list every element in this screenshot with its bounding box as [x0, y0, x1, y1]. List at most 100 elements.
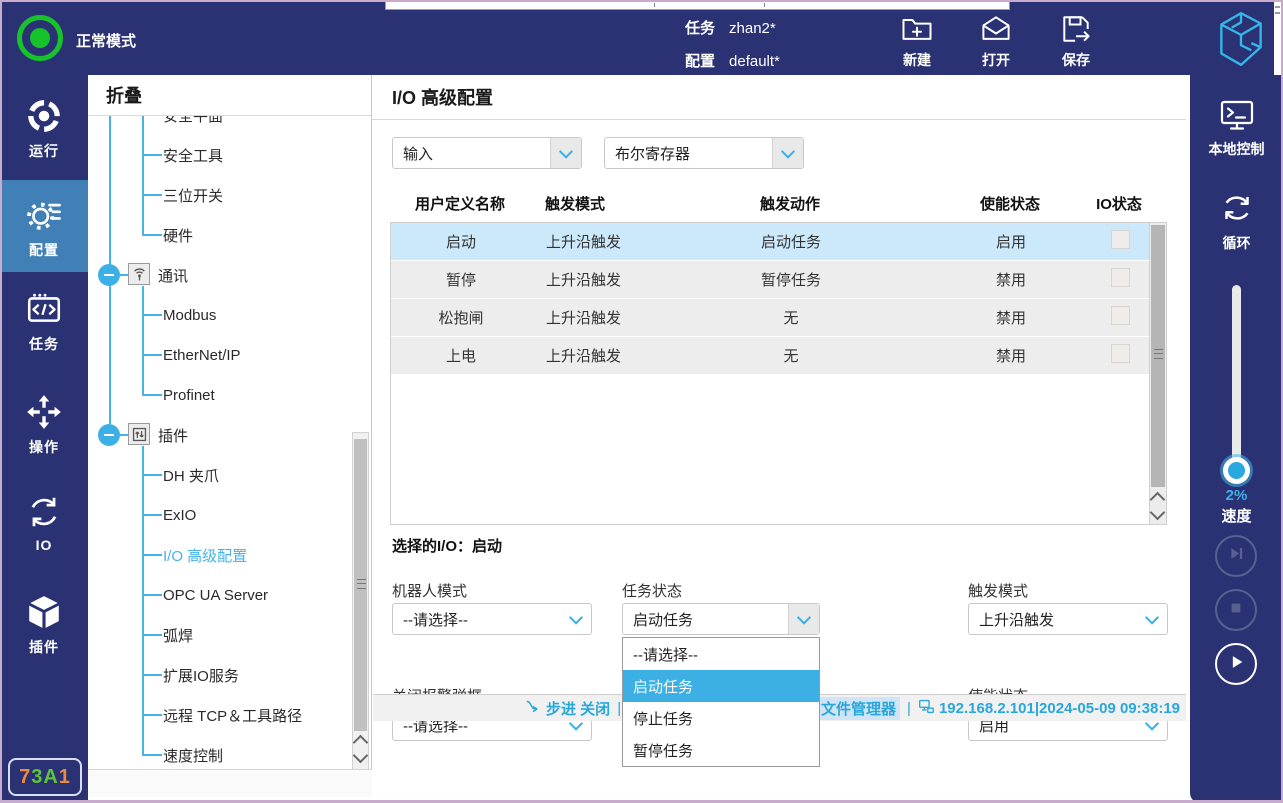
collapse-minus-icon[interactable]	[98, 424, 120, 446]
tree-item-dh-gripper[interactable]: DH 夹爪	[88, 455, 351, 495]
tree-item-opc-ua-server[interactable]: OPC UA Server	[88, 575, 351, 615]
nav-run[interactable]: 运行	[0, 97, 88, 175]
run-icon	[0, 97, 88, 135]
step-mode-status[interactable]: 步进 关闭	[525, 698, 610, 719]
save-button[interactable]: 保存	[1038, 11, 1114, 70]
io-state-checkbox[interactable]	[1111, 230, 1130, 249]
safety-checksum-badge[interactable]: 7 3 A 1	[8, 758, 82, 796]
open-button[interactable]: 打开	[958, 11, 1034, 70]
io-direction-select[interactable]: 输入	[392, 137, 582, 169]
tree-item-safety-tool[interactable]: 安全工具	[88, 135, 351, 175]
trigger-mode-label: 触发模式	[968, 580, 1028, 601]
dropdown-option-pause-task[interactable]: 暂停任务	[623, 734, 819, 766]
table-scrollbar-thumb[interactable]	[1151, 225, 1165, 487]
network-icon	[918, 698, 935, 719]
tree-scrollbar-thumb[interactable]	[354, 439, 367, 731]
tree-item-extended-io-service[interactable]: 扩展IO服务	[88, 655, 351, 695]
table-row-pause[interactable]: 暂停 上升沿触发 暂停任务 禁用	[391, 261, 1149, 298]
tree-item-arc-welding[interactable]: 弧焊	[88, 615, 351, 655]
tree-item-ethernet-ip[interactable]: EtherNet/IP	[88, 335, 351, 375]
speed-label: 速度	[1190, 505, 1283, 526]
step-icon	[525, 698, 542, 719]
nav-operate[interactable]: 操作	[0, 393, 88, 471]
speed-slider-track[interactable]	[1232, 285, 1241, 481]
chevron-down-icon	[772, 138, 803, 168]
nav-io[interactable]: IO	[0, 493, 88, 571]
tree-scrollbar-arrows[interactable]	[353, 733, 368, 767]
dropdown-option-start-task[interactable]: 启动任务	[623, 670, 819, 702]
speed-slider-thumb[interactable]	[1223, 457, 1250, 484]
task-state-dropdown-list: --请选择-- 启动任务 停止任务 暂停任务	[622, 637, 820, 767]
tree-scrollbar[interactable]	[352, 432, 369, 770]
tree-node-communication[interactable]: 通讯	[88, 255, 351, 295]
task-state-select[interactable]: 启动任务	[622, 603, 820, 635]
collapse-button[interactable]: 折叠	[88, 75, 371, 116]
nav-config[interactable]: 配置	[0, 180, 88, 272]
local-control-button[interactable]: 本地控制	[1190, 95, 1283, 159]
table-scrollbar-arrows[interactable]	[1150, 490, 1165, 524]
tree-item-safety-plane[interactable]: 安全平面	[88, 116, 351, 135]
save-icon	[1038, 11, 1114, 47]
register-type-select[interactable]: 布尔寄存器	[604, 137, 804, 169]
operate-icon	[0, 393, 88, 431]
new-file-icon	[879, 11, 955, 47]
config-tree: 安全平面 安全工具 三位开关 硬件 通讯 Modbus EtherNet/IP	[88, 116, 371, 769]
tree-item-modbus[interactable]: Modbus	[88, 295, 351, 335]
tree-item-exio[interactable]: ExIO	[88, 495, 351, 535]
bottom-strip	[88, 769, 372, 797]
frame-edge	[0, 0, 2, 803]
io-state-checkbox[interactable]	[1111, 268, 1130, 287]
io-state-checkbox[interactable]	[1111, 306, 1130, 325]
step-forward-button[interactable]	[1215, 535, 1257, 577]
plugin-icon	[0, 593, 88, 631]
tree-item-hardware[interactable]: 硬件	[88, 215, 351, 255]
io-state-checkbox[interactable]	[1111, 344, 1130, 363]
table-row-power-on[interactable]: 上电 上升沿触发 无 禁用	[391, 337, 1149, 374]
dropdown-option-please-select[interactable]: --请选择--	[623, 638, 819, 670]
play-button[interactable]	[1215, 643, 1257, 685]
task-label: 任务	[685, 20, 715, 37]
local-control-icon	[1190, 95, 1283, 135]
stop-icon	[1228, 600, 1244, 621]
nav-task[interactable]: 任务	[0, 290, 88, 368]
trigger-mode-select[interactable]: 上升沿触发	[968, 603, 1168, 635]
tree-node-plugins[interactable]: 插件	[88, 415, 351, 455]
task-config-meta: 任务zhan2* 配置default*	[685, 12, 780, 78]
mode-status-text: 正常模式	[76, 30, 136, 51]
dropdown-option-stop-task[interactable]: 停止任务	[623, 702, 819, 734]
page-title: I/O 高级配置	[372, 75, 1186, 120]
table-row-release-brake[interactable]: 松抱闸 上升沿触发 无 禁用	[391, 299, 1149, 336]
broadcast-icon	[128, 263, 150, 285]
new-button[interactable]: 新建	[879, 11, 955, 70]
tree-item-remote-tcp-toolpath[interactable]: 远程 TCP＆工具路径	[88, 695, 351, 735]
table-scrollbar[interactable]	[1149, 223, 1166, 524]
tree-item-io-advanced-config[interactable]: I/O 高级配置	[88, 535, 351, 575]
loop-icon	[1190, 187, 1283, 229]
left-nav-rail: 运行 配置 任务	[0, 75, 88, 803]
tree-item-speed-control[interactable]: 速度控制	[88, 735, 351, 769]
tree-item-three-position-switch[interactable]: 三位开关	[88, 175, 351, 215]
tree-item-profinet[interactable]: Profinet	[88, 375, 351, 415]
window-side-scrollbar[interactable]	[1274, 2, 1281, 75]
collapse-minus-icon[interactable]	[98, 264, 120, 286]
skip-next-icon	[1228, 545, 1245, 567]
task-state-label: 任务状态	[622, 580, 682, 601]
chevron-down-icon	[788, 604, 819, 634]
config-tree-panel: 折叠 安全平面 安全工具 三位开关 硬件 通讯	[88, 75, 372, 769]
task-name: zhan2*	[729, 20, 776, 37]
stop-button[interactable]	[1215, 589, 1257, 631]
table-row-start[interactable]: 启动 上升沿触发 启动任务 启用	[391, 223, 1149, 260]
nav-plugin[interactable]: 插件	[0, 593, 88, 671]
io-box-icon	[128, 423, 150, 445]
io-table-header: 用户定义名称 触发模式 触发动作 使能状态 IO状态	[390, 185, 1148, 221]
right-control-rail: 本地控制 循环 2% 速度	[1190, 75, 1283, 803]
speed-value: 2%	[1190, 487, 1283, 504]
brand-logo-icon	[1210, 8, 1272, 70]
robot-teach-pendant-screen: 正常模式 任务zhan2* 配置default* 新建 打开	[0, 0, 1283, 803]
robot-mode-select[interactable]: --请选择--	[392, 603, 592, 635]
open-file-icon	[958, 11, 1034, 47]
loop-button[interactable]: 循环	[1190, 187, 1283, 253]
robot-mode-label: 机器人模式	[392, 580, 467, 601]
settings-icon	[0, 194, 88, 234]
network-time-status[interactable]: 192.168.2.101|2024-05-09 09:38:19	[918, 698, 1180, 719]
